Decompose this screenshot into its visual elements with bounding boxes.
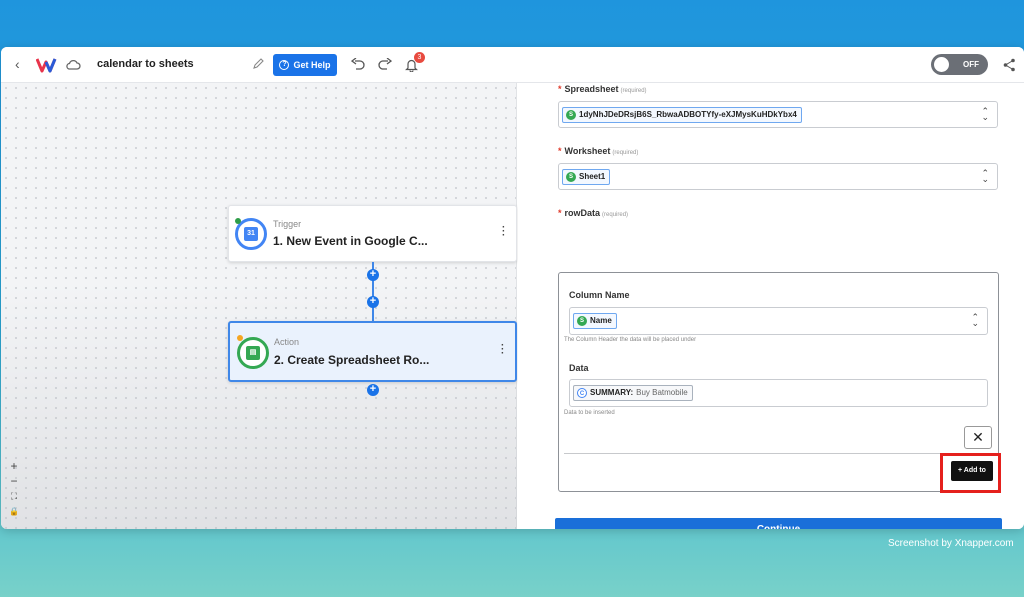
worksheet-label: * Worksheet (required) [558,146,639,156]
rowdata-label: * rowData (required) [558,208,629,218]
canvas-shade [1,283,517,529]
app-logo-icon[interactable] [36,56,60,74]
workflow-title[interactable]: calendar to sheets [97,58,194,70]
action-more-icon[interactable]: · · · [501,341,505,359]
zoom-controls: + − ⛶ 🔒 [6,459,22,523]
trigger-status-dot [235,218,241,224]
sheets-chip-icon: S [577,316,587,326]
action-node-kind: Action [274,337,300,347]
add-step-plus-icon[interactable]: + [367,296,379,308]
spreadsheet-select[interactable]: S 1dyNhJDeDRsjB6S_RbwaADBOTYfy-eXJMysKuH… [558,101,998,128]
worksheet-select[interactable]: S Sheet1 ⌃ ⌄ [558,163,998,190]
redo-icon[interactable] [378,58,392,70]
add-after-plus-icon[interactable]: + [367,384,379,396]
spreadsheet-label: * Spreadsheet (required) [558,84,647,94]
remove-row-button[interactable]: ✕ [964,426,992,449]
worksheet-chip: S Sheet1 [562,169,611,185]
rowdata-divider [564,453,991,454]
zoom-out-icon[interactable]: − [6,474,22,489]
data-input[interactable]: C SUMMARY: Buy Batmobile [569,379,988,407]
add-to-button[interactable]: + Add to [951,461,993,481]
calendar-chip-icon: C [577,388,587,398]
app-window: ‹ calendar to sheets ? Get Help 3 OFF 31… [1,47,1024,529]
action-node[interactable]: ▤ Action 2. Create Spreadsheet Ro... · · · [228,321,517,382]
share-icon[interactable] [1003,58,1016,72]
branch-plus-icon[interactable]: + [367,269,379,281]
top-bar: ‹ calendar to sheets ? Get Help 3 OFF [1,47,1024,83]
column-name-chip: S Name [573,313,617,329]
select-arrows-icon: ⌃ ⌄ [981,168,989,184]
lock-icon[interactable]: 🔒 [6,504,22,519]
rowdata-group: Column Name S Name ⌃ ⌄ The Column Header … [558,272,999,492]
get-help-button[interactable]: ? Get Help [273,54,337,76]
workflow-on-off-toggle[interactable]: OFF [931,54,988,75]
screenshot-watermark: Screenshot by Xnapper.com [888,538,1014,549]
get-help-label: Get Help [293,60,331,70]
back-chevron-icon[interactable]: ‹ [15,56,20,72]
column-name-hint: The Column Header the data will be place… [564,337,697,343]
workflow-canvas[interactable]: 31 Trigger 1. New Event in Google C... ·… [1,83,517,529]
fit-view-icon[interactable]: ⛶ [6,489,22,504]
trigger-node-title: 1. New Event in Google C... [273,234,428,248]
notification-badge: 3 [414,52,425,63]
trigger-node-kind: Trigger [273,219,302,229]
select-arrows-icon: ⌃ ⌄ [981,106,989,122]
action-node-title: 2. Create Spreadsheet Ro... [274,353,430,367]
cloud-icon [66,59,81,70]
help-circle-icon: ? [279,60,290,70]
google-sheets-icon: ▤ [237,337,269,369]
column-name-select[interactable]: S Name ⌃ ⌄ [569,307,988,335]
toggle-knob [934,57,949,72]
column-name-label: Column Name [569,290,630,300]
sheets-chip-icon: S [566,172,576,182]
zoom-in-icon[interactable]: + [6,459,22,474]
toggle-label: OFF [963,60,979,69]
data-label: Data [569,363,589,373]
undo-icon[interactable] [351,58,365,70]
edit-pencil-icon[interactable] [252,57,265,70]
select-arrows-icon: ⌃ ⌄ [971,312,979,328]
trigger-more-icon[interactable]: · · · [502,223,506,241]
step-config-panel: * Spreadsheet (required) S 1dyNhJDeDRsjB6S… [518,83,1024,529]
sheets-chip-icon: S [566,110,576,120]
action-status-dot [237,335,243,341]
continue-button[interactable]: Continue [555,518,1002,529]
trigger-node[interactable]: 31 Trigger 1. New Event in Google C... ·… [228,205,517,262]
data-chip: C SUMMARY: Buy Batmobile [573,385,693,401]
data-hint: Data to be inserted [564,410,615,416]
spreadsheet-chip: S 1dyNhJDeDRsjB6S_RbwaADBOTYfy-eXJMysKuH… [562,107,802,123]
